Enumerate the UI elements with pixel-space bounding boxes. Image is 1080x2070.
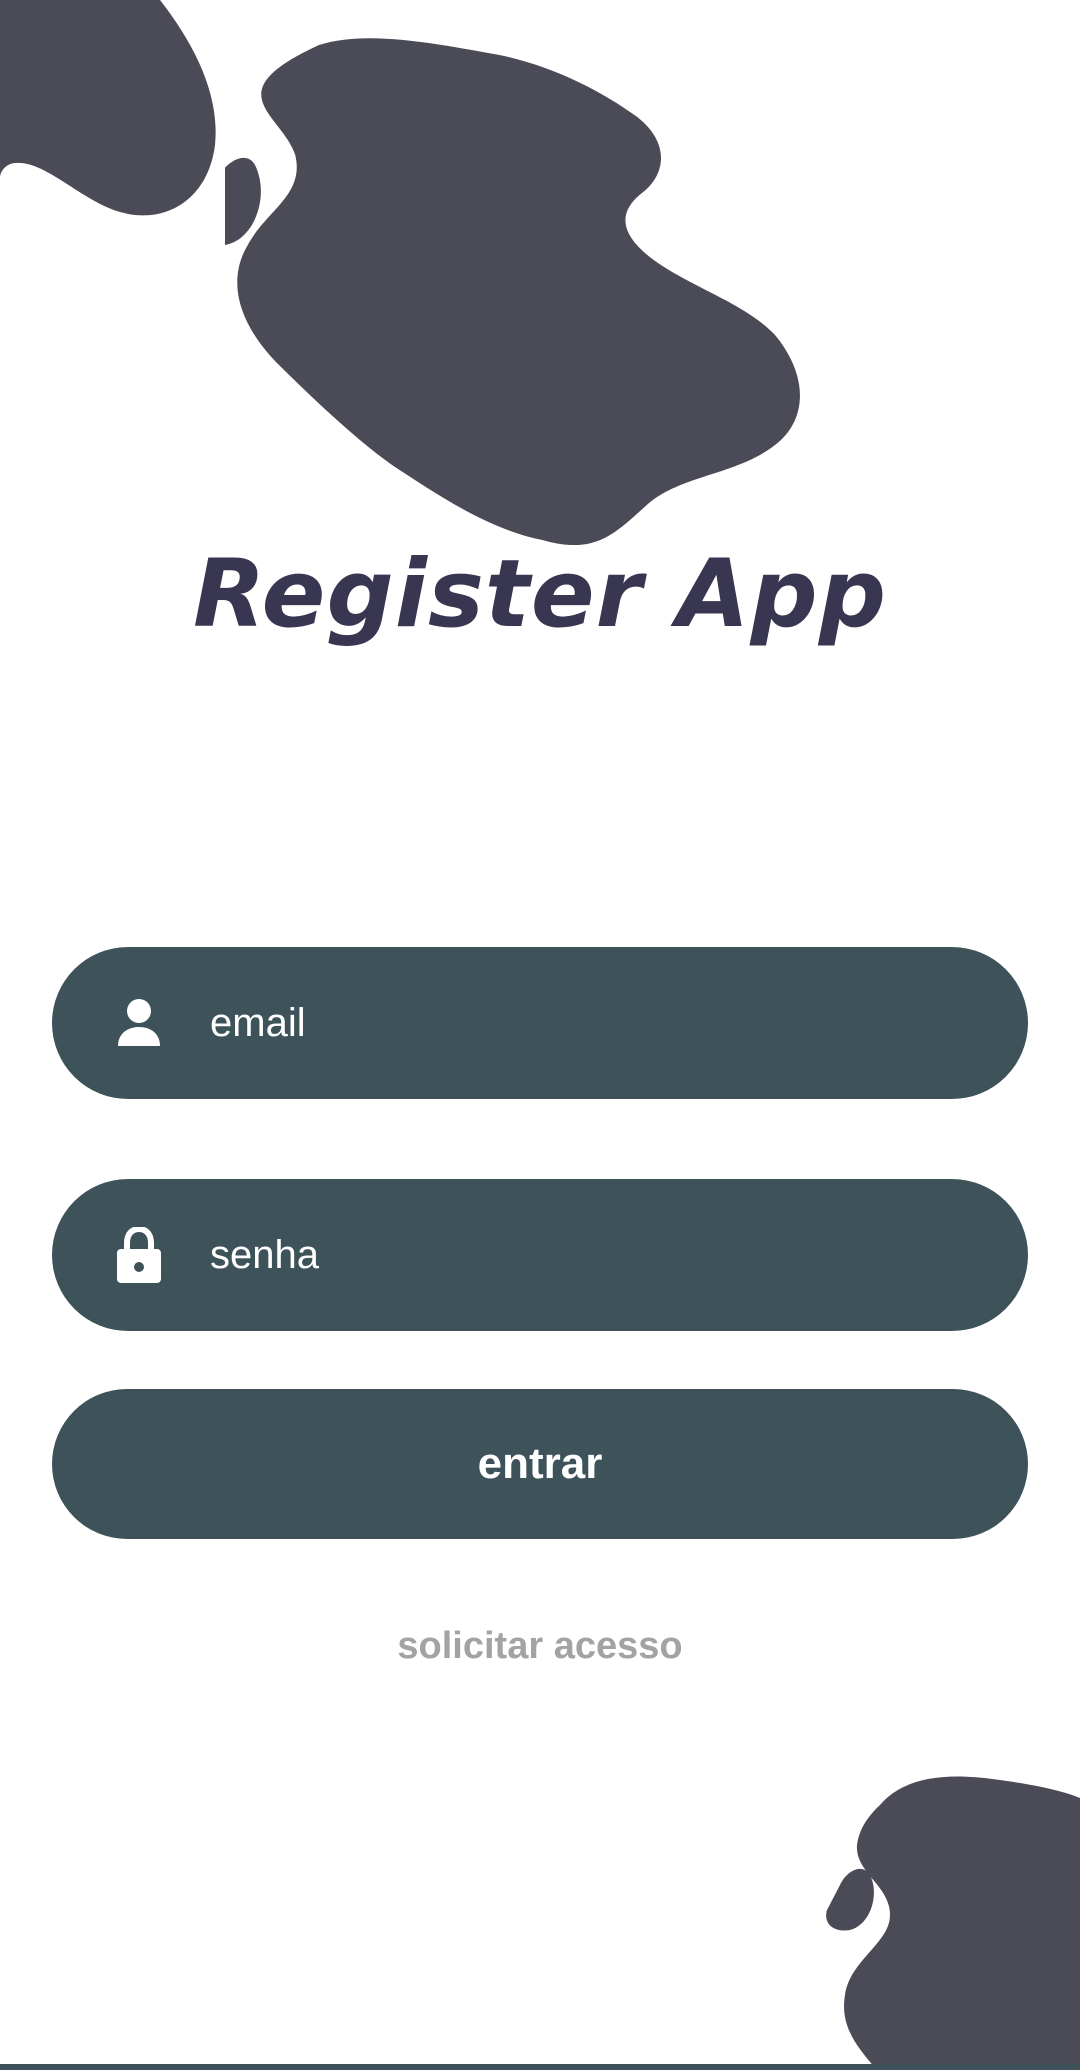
app-title: Register App (192, 540, 887, 649)
request-access-link[interactable]: solicitar acesso (0, 1625, 1080, 1668)
lock-icon (114, 1225, 164, 1285)
password-field[interactable] (52, 1179, 1028, 1331)
password-input[interactable] (210, 1179, 950, 1331)
person-icon (114, 993, 164, 1053)
decorative-blob-bottom-right (826, 1776, 1080, 2070)
login-button[interactable]: entrar (52, 1389, 1028, 1539)
bottom-bar (0, 2064, 1080, 2070)
email-field[interactable] (52, 947, 1028, 1099)
decorative-blob-main (225, 38, 800, 545)
email-input[interactable] (210, 947, 950, 1099)
decorative-blob-top-left (0, 0, 216, 216)
